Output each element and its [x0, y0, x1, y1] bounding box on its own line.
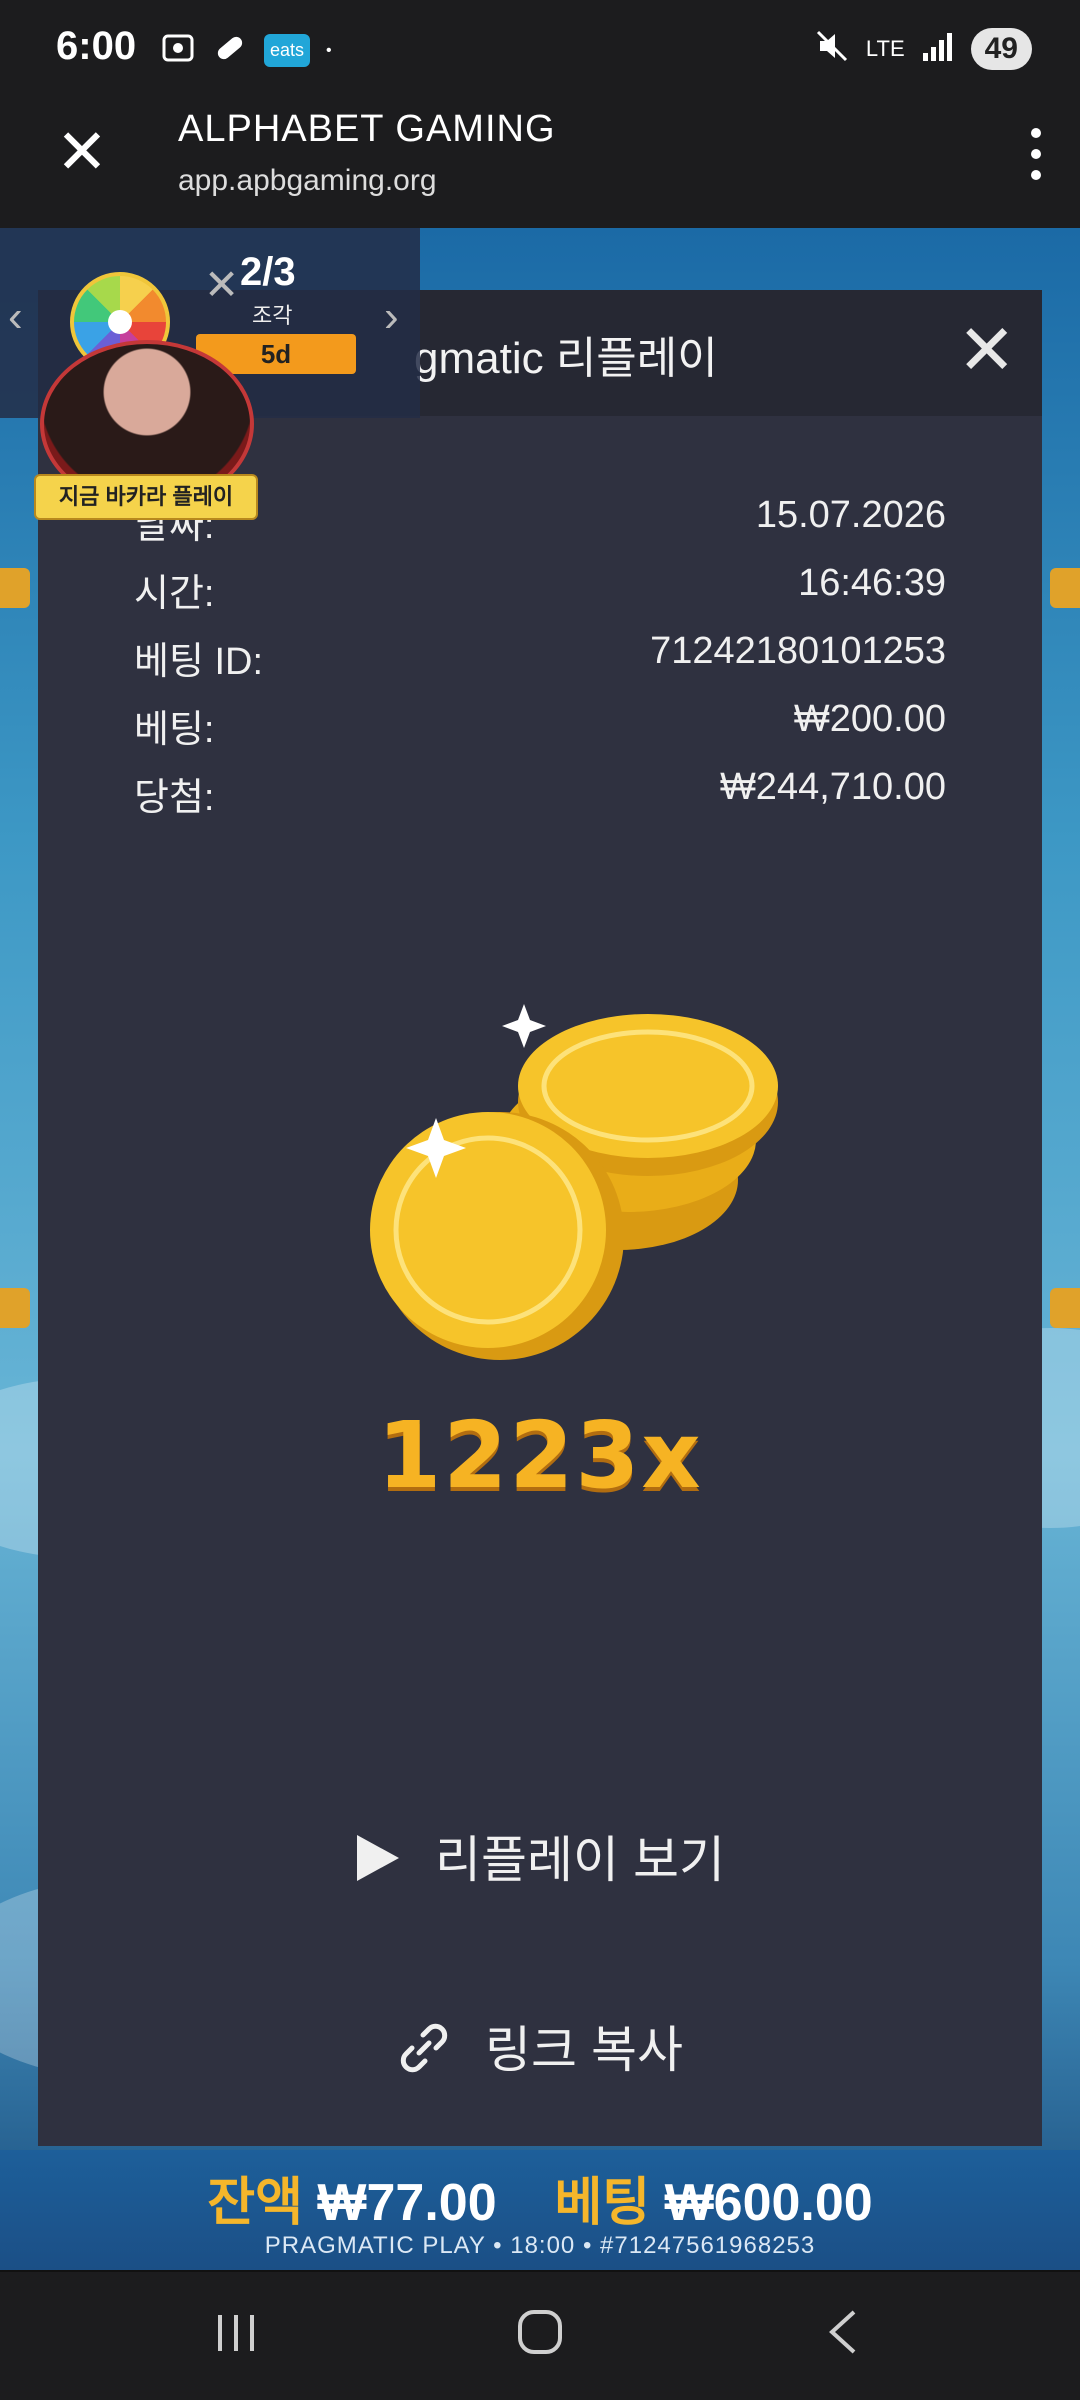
multiplier-text: 1223x: [377, 1402, 703, 1509]
info-value: 16:46:39: [798, 562, 946, 604]
info-label: 당첨:: [134, 777, 215, 819]
play-baccarat-badge[interactable]: 지금 바카라 플레이: [34, 474, 258, 520]
screenshot-icon: [160, 30, 196, 71]
copy-link-label: 링크 복사: [485, 2022, 683, 2078]
chevron-right-icon[interactable]: ›: [384, 292, 399, 342]
page-title: ALPHABET GAMING: [178, 108, 556, 150]
coins-icon: [358, 990, 778, 1370]
system-status: LTE 49: [814, 28, 1032, 70]
frame-ornament: [1050, 568, 1080, 608]
game-status-bar: 잔액 ₩77.00 베팅 ₩600.00 PRAGMATIC PLAY • 18…: [0, 2150, 1080, 2270]
battery-indicator: 49: [970, 28, 1032, 70]
page-url: app.apbgaming.org: [178, 164, 437, 197]
bet-value: ₩600.00: [664, 2174, 873, 2232]
browser-toolbar: ✕ ALPHABET GAMING app.apbgaming.org: [0, 100, 1080, 228]
game-footer-info: PRAGMATIC PLAY • 18:00 • #71247561968253: [264, 2232, 816, 2259]
modal-close-button[interactable]: ✕: [957, 310, 1016, 390]
status-bar: 6:00 eats • LTE 49: [0, 0, 1080, 100]
dot-icon: •: [326, 41, 332, 59]
piece-label: 조각: [252, 303, 293, 328]
notification-icons: eats •: [160, 30, 332, 71]
lte-label: LTE: [865, 36, 905, 61]
chevron-left-icon[interactable]: ‹: [8, 292, 23, 342]
view-replay-button[interactable]: 리플레이 보기: [38, 1820, 1042, 1895]
info-row-time: 시간: 16:46:39: [134, 562, 946, 622]
game-area: gmatic 리플레이 ✕ 날짜: 15.07.2026 시간: 16:46:3…: [0, 228, 1080, 2270]
link-icon: [397, 2021, 451, 2087]
system-nav-bar: [0, 2272, 1080, 2400]
info-row-bet: 베팅: ₩200.00: [134, 698, 946, 758]
copy-link-button[interactable]: 링크 복사: [38, 2010, 1042, 2087]
recent-apps-icon[interactable]: [214, 2308, 258, 2368]
info-row-bet-id: 베팅 ID: 71242180101253: [134, 630, 946, 690]
play-icon: [355, 1833, 401, 1895]
info-label: 베팅 ID:: [134, 641, 264, 683]
info-value: ₩244,710.00: [719, 766, 946, 808]
eats-icon: eats: [264, 34, 311, 67]
more-options-icon[interactable]: [1026, 128, 1046, 191]
info-label: 시간:: [134, 573, 215, 615]
balance-bet-line: 잔액 ₩77.00 베팅 ₩600.00: [0, 2160, 1080, 2235]
pill-icon: [212, 30, 248, 71]
replay-modal: gmatic 리플레이 ✕ 날짜: 15.07.2026 시간: 16:46:3…: [38, 290, 1042, 2146]
mute-icon: [814, 28, 850, 70]
back-icon[interactable]: [822, 2308, 862, 2369]
bet-label: 베팅: [554, 2174, 651, 2232]
signal-icon: [921, 29, 955, 69]
close-icon[interactable]: ✕: [204, 260, 239, 309]
info-value: 15.07.2026: [755, 494, 946, 536]
status-time: 6:00: [56, 24, 137, 68]
piece-count: 2/3: [240, 250, 296, 294]
frame-ornament: [1050, 1288, 1080, 1328]
info-row-win: 당첨: ₩244,710.00: [134, 766, 946, 826]
balance-label: 잔액: [207, 2174, 303, 2232]
info-value: ₩200.00: [793, 698, 946, 740]
home-icon[interactable]: [516, 2308, 564, 2369]
balance-value: ₩77.00: [317, 2174, 497, 2232]
info-label: 베팅:: [134, 709, 215, 751]
modal-title: gmatic 리플레이: [414, 334, 718, 383]
frame-ornament: [0, 568, 30, 608]
info-value: 71242180101253: [650, 630, 946, 672]
view-replay-label: 리플레이 보기: [435, 1832, 725, 1888]
close-browser-button[interactable]: ✕: [56, 122, 108, 184]
frame-ornament: [0, 1288, 30, 1328]
